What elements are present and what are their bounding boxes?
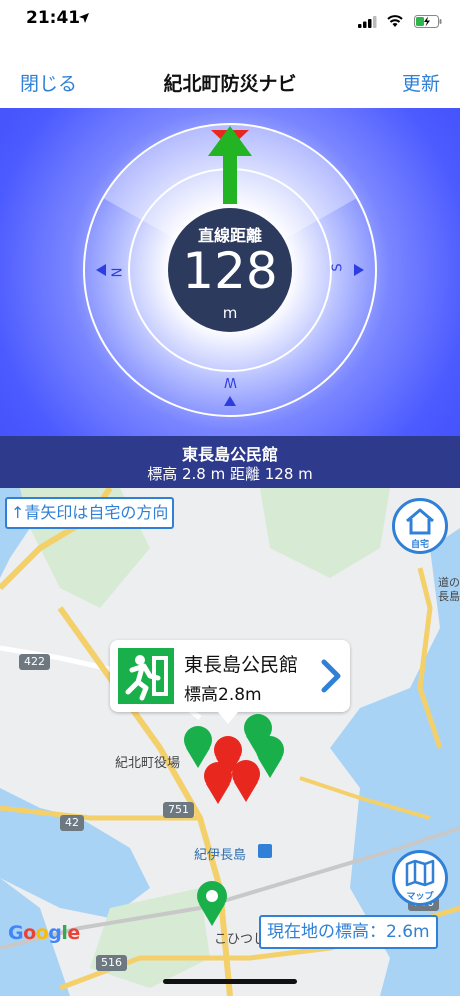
shelter-callout[interactable]: 東長島公民館 標高2.8m — [110, 640, 350, 712]
map-label-road-edge-2: 長島 — [438, 590, 460, 603]
location-arrow-icon — [79, 13, 89, 23]
road-number-422: 422 — [19, 654, 50, 670]
road-number-516: 516 — [96, 955, 127, 971]
destination-name: 東長島公民館 — [181, 445, 278, 464]
wifi-icon — [387, 15, 403, 27]
callout-elevation: 標高2.8m — [184, 685, 262, 705]
east-marker-icon — [354, 264, 364, 276]
map-label-town-hall: 紀北町役場 — [115, 756, 181, 771]
station-icon — [258, 844, 272, 858]
google-logo: Google — [8, 922, 80, 944]
map-label-station: 紀伊長島 — [194, 848, 247, 863]
shelter-pin-green-icon[interactable] — [256, 736, 284, 778]
south-marker-icon — [224, 396, 236, 406]
distance-value: 128 — [182, 242, 278, 300]
emergency-exit-icon — [118, 648, 174, 704]
status-bar: 21:41 — [0, 0, 460, 40]
shelter-pin-red-icon[interactable] — [204, 762, 232, 804]
navigation-bar: 閉じる 紀北町防災ナビ 更新 — [0, 44, 460, 108]
destination-info: 標高 2.8 m 距離 128 m — [147, 465, 313, 483]
shelter-pin-red-icon[interactable] — [232, 760, 260, 802]
direction-hint-label: ↑青矢印は自宅の方向 — [5, 497, 175, 529]
home-button-label: 自宅 — [410, 540, 429, 550]
distance-unit: m — [222, 304, 238, 322]
callout-tip — [218, 712, 238, 724]
page-title: 紀北町防災ナビ — [163, 73, 297, 95]
map-button-label: マップ — [406, 892, 434, 902]
map-icon — [405, 859, 435, 887]
west-marker-icon — [96, 264, 106, 276]
shelter-pin-green-icon[interactable] — [184, 726, 212, 768]
heading-arrow-shaft — [223, 154, 237, 204]
app-screen: 21:41 閉じる 紀北町防災ナビ 更新 N S W 直線距離 128 m 東長… — [0, 0, 460, 996]
map-view[interactable]: 422 751 42 516 766 紀北町役場 紀伊長島 こひつじ 道の 長島… — [0, 488, 460, 996]
home-indicator[interactable] — [163, 979, 297, 984]
status-time: 21:41 — [26, 8, 81, 28]
battery-charging-icon — [414, 15, 442, 28]
home-button[interactable]: 自宅 — [392, 498, 448, 554]
road-number-751: 751 — [163, 802, 194, 818]
destination-bar: 東長島公民館 標高 2.8 m 距離 128 m — [0, 436, 460, 488]
compass-panel: N S W 直線距離 128 m — [0, 108, 460, 436]
current-elevation-label: 現在地の標高：2.6m — [259, 915, 438, 949]
signal-icon — [358, 16, 377, 28]
home-icon — [406, 508, 434, 535]
cardinal-w: W — [224, 374, 237, 389]
chevron-right-icon[interactable] — [320, 658, 342, 694]
callout-name: 東長島公民館 — [184, 654, 299, 676]
cardinal-n: N — [107, 267, 123, 278]
map-type-button[interactable]: マップ — [392, 850, 448, 906]
cardinal-s: S — [330, 263, 346, 272]
refresh-button[interactable]: 更新 — [402, 69, 440, 96]
road-number-42: 42 — [60, 815, 84, 831]
